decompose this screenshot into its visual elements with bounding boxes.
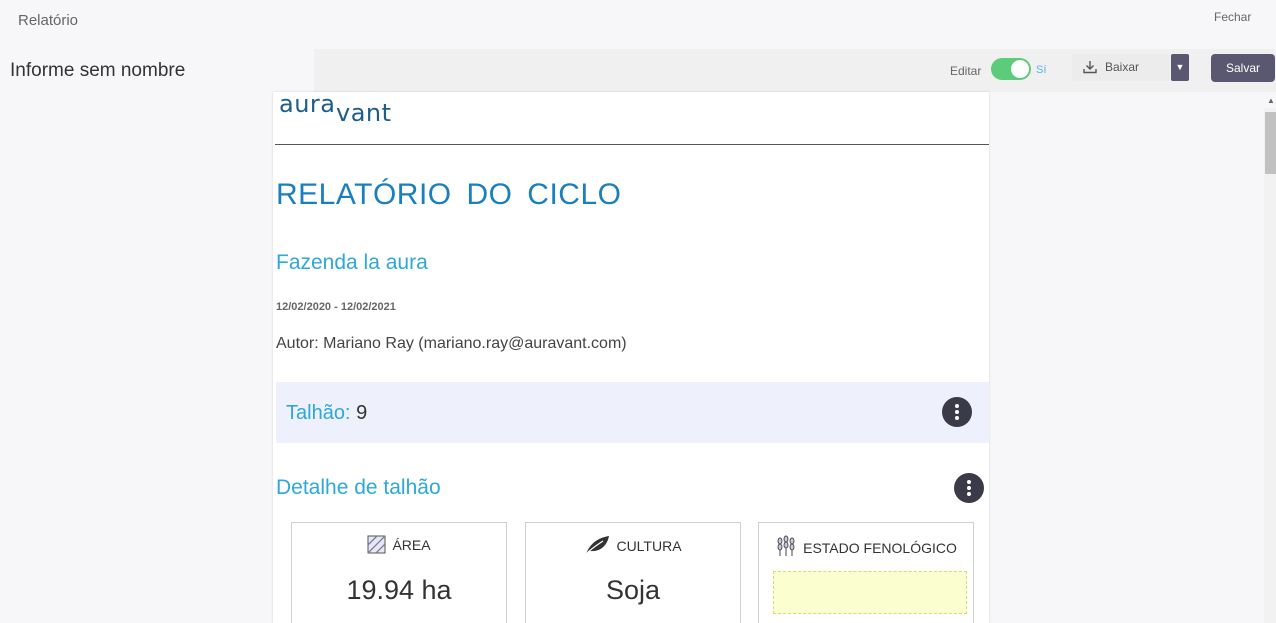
phenology-card: ESTADO FENOLÓGICO [758,522,974,623]
save-button[interactable]: Salvar [1211,54,1275,82]
edit-toggle-state: Sí [1036,64,1047,76]
phenology-card-value-placeholder[interactable] [773,571,967,614]
header-divider [275,144,989,145]
plot-value: 9 [356,402,368,424]
download-options-chevron-down-icon[interactable]: ▼ [1171,54,1189,81]
top-bar: Relatório Fechar [0,0,1276,48]
crop-card-value: Soja [605,575,661,605]
area-card-value: 19.94 ha [346,575,452,605]
wheat-icon [777,535,795,556]
plot-label-text: Talhão: [286,402,351,424]
crop-card-header: CULTURA [526,535,740,555]
phenology-card-label: ESTADO FENOLÓGICO [803,540,957,556]
svg-text:vant: vant [336,99,392,124]
edit-toggle[interactable] [991,58,1031,80]
crop-card-label: CULTURA [616,538,682,554]
download-label: Baixar [1105,60,1140,74]
close-button[interactable]: Fechar [1214,10,1251,24]
area-card-header: ÁREA [292,535,506,554]
farm-name[interactable]: Fazenda la aura [276,251,428,275]
svg-text:aura: aura [279,92,336,118]
download-icon [1083,61,1097,74]
report-title[interactable]: RELATÓRIO DO CICLO [276,178,622,212]
plot-menu-kebab-icon[interactable] [942,397,972,427]
plot-header: Talhão: 9 [276,382,989,443]
author-line: Autor: Mariano Ray (mariano.ray@auravant… [276,335,627,352]
scrollbar-thumb[interactable] [1265,112,1276,174]
plot-detail-title: Detalhe de talhão [276,476,441,499]
area-hatch-icon [367,535,386,554]
crop-card: CULTURA Soja [525,522,741,623]
auravant-logo: aura vant [279,92,392,124]
edit-label: Editar [950,64,982,78]
report-document: aura vant RELATÓRIO DO CICLO Fazenda la … [273,92,989,623]
area-card-label: ÁREA [392,537,431,553]
download-button[interactable]: Baixar [1072,54,1170,81]
detail-menu-kebab-icon[interactable] [954,473,984,503]
window-title: Relatório [18,12,79,29]
date-range: 12/02/2020 - 12/02/2021 [276,301,396,313]
plot-label: Talhão: 9 [286,402,367,425]
leaf-icon [586,536,610,555]
phenology-card-header: ESTADO FENOLÓGICO [759,535,973,557]
toggle-knob [1011,60,1029,78]
report-name[interactable]: Informe sem nombre [10,60,185,82]
scroll-up-arrow-icon[interactable]: ▲ [1266,96,1276,106]
area-card: ÁREA 19.94 ha [291,522,507,623]
toolbar: Editar Sí Baixar ▼ Salvar [314,49,1276,92]
scrollbar-track[interactable] [1264,108,1276,623]
